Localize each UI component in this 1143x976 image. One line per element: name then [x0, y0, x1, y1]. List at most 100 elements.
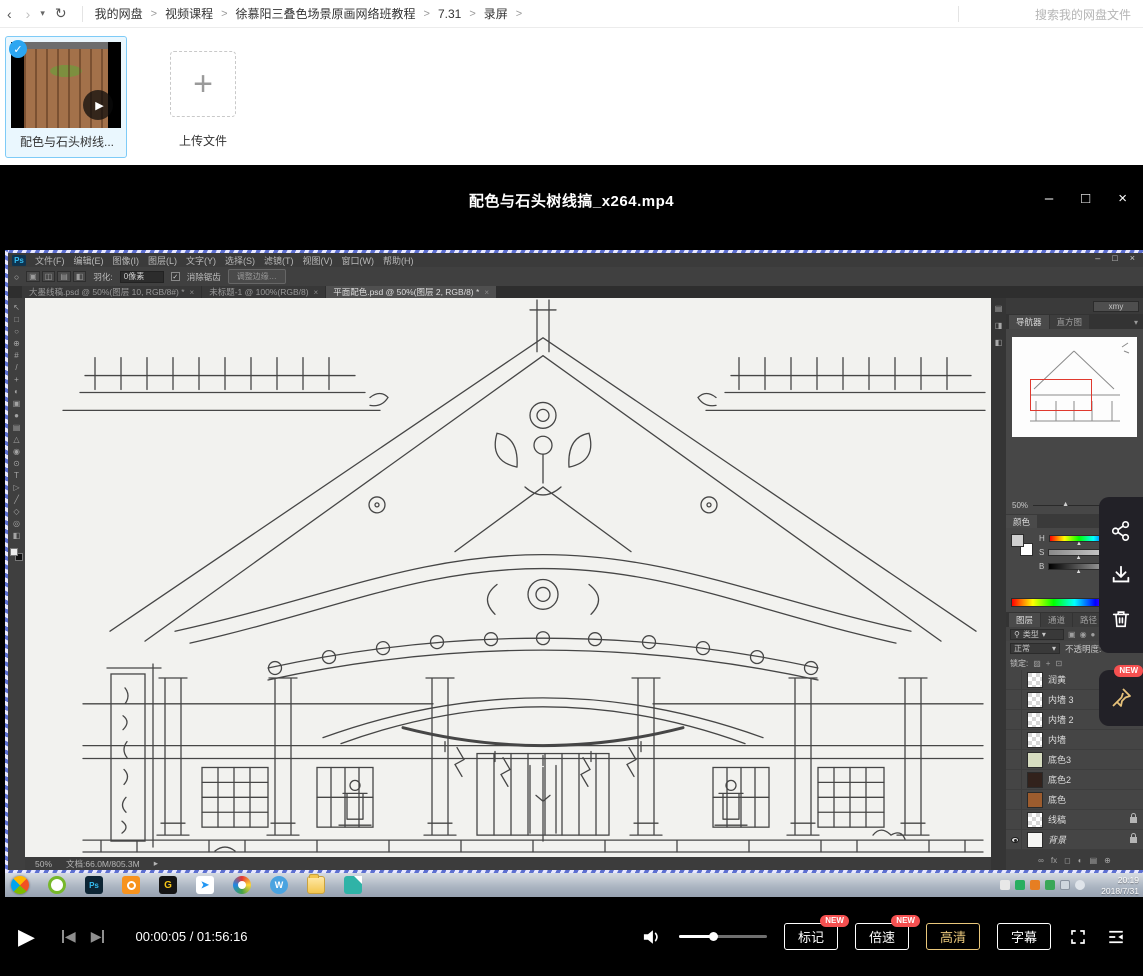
subtitle-button[interactable]: 字幕: [997, 923, 1051, 950]
tool-icon: ▤: [13, 422, 21, 434]
ps-toolbox: ↖ □ ○ ⊕ # / + ◐ ▣ ● ▤ △ ◉ ⊙ T ▷ ╱ ◇ ◎ ◧: [8, 298, 25, 870]
filter-kind-icon: ▣: [1068, 630, 1076, 639]
filter-kind-icon: ◉: [1080, 630, 1087, 639]
layer-thumbnail: [1027, 692, 1043, 708]
filter-search-icon: ⚲: [1014, 630, 1020, 639]
ps-minimize-icon: –: [1095, 253, 1100, 263]
ps-panel-dock: ▤ ◨ ◧: [991, 298, 1006, 870]
tool-icon: ▷: [13, 482, 19, 494]
maximize-icon[interactable]: □: [1081, 191, 1090, 206]
lock-option-icon: ▨: [1033, 659, 1041, 668]
ps-options-bar: ○ ▣ ◫ ▤ ◧ 羽化: 0像素 ✓ 消除锯齿 调整边缘…: [8, 267, 1143, 286]
breadcrumb-course-name[interactable]: 徐慕阳三叠色场景原画网络班教程: [232, 5, 420, 22]
tool-icon: ↖: [13, 302, 20, 314]
video-window-title: 配色与石头树线搞_x264.mp4: [0, 165, 1143, 235]
browser-app-icon: [233, 876, 251, 894]
tool-icon: □: [14, 314, 19, 326]
tool-icon: ○: [14, 326, 19, 338]
navigator-view-box: [1030, 379, 1092, 411]
layer-row: 底色3: [1006, 750, 1143, 770]
breadcrumb-date[interactable]: 7.31: [434, 7, 465, 21]
menu-help: 帮助(H): [383, 254, 414, 267]
breadcrumb-my-drive[interactable]: 我的网盘: [91, 5, 147, 22]
divider: [958, 6, 959, 22]
delete-icon[interactable]: [1110, 608, 1132, 630]
status-arrow-icon: ▸: [154, 858, 158, 869]
layer-thumbnail: [1027, 772, 1043, 788]
quality-button[interactable]: 高清: [926, 923, 980, 950]
previous-button[interactable]: ◀: [61, 928, 76, 945]
upload-label: 上传文件: [158, 132, 248, 149]
playlist-button[interactable]: [1105, 928, 1127, 946]
play-button[interactable]: ▶: [18, 924, 35, 950]
explorer-folder-icon: [307, 876, 325, 894]
play-overlay-icon[interactable]: ▶: [83, 90, 113, 120]
tab-histogram: 直方图: [1050, 315, 1090, 329]
video-file-tile[interactable]: ▶ ✓ 配色与石头树线...: [5, 36, 127, 158]
doc-tab-active: 平面配色.psd @ 50%(图层 2, RGB/8) *×: [326, 286, 496, 298]
tool-icon: T: [14, 470, 19, 482]
notes-app-icon: [344, 876, 362, 894]
saturation-label: S: [1039, 548, 1044, 557]
opacity-label: 不透明度:: [1065, 643, 1101, 655]
breadcrumb-video-course[interactable]: 视频课程: [161, 5, 217, 22]
feather-label: 羽化:: [93, 271, 112, 283]
dock-panel-icon: ▤: [995, 304, 1003, 313]
pin-collect-button[interactable]: NEW: [1099, 670, 1143, 726]
ps-logo: Ps: [12, 255, 26, 266]
selection-mode-icon: ◫: [42, 271, 56, 282]
next-button[interactable]: ▶: [91, 928, 106, 945]
tool-icon: ◐: [14, 386, 19, 398]
search-input[interactable]: 搜索我的网盘文件: [950, 0, 1131, 28]
lock-option-icon: +: [1046, 659, 1051, 668]
tool-icon: /: [15, 362, 17, 374]
layer-row: 内墙: [1006, 730, 1143, 750]
volume-slider[interactable]: [679, 935, 767, 938]
share-icon[interactable]: [1110, 520, 1132, 542]
upload-file-button[interactable]: +: [170, 51, 236, 117]
close-icon[interactable]: ×: [1118, 191, 1127, 206]
selected-check-icon[interactable]: ✓: [9, 40, 27, 58]
divider: [82, 6, 83, 22]
tool-icon: ⊕: [13, 338, 20, 350]
tool-icon: ◎: [13, 518, 20, 530]
speed-button[interactable]: 倍速NEW: [855, 923, 909, 950]
mark-button[interactable]: 标记NEW: [784, 923, 838, 950]
layer-thumbnail: [1027, 792, 1043, 808]
footer-icon: fx: [1051, 856, 1057, 865]
download-icon[interactable]: [1110, 564, 1132, 586]
forward-icon[interactable]: ›: [19, 6, 38, 22]
new-badge: NEW: [1114, 665, 1143, 677]
tray-icon: [1015, 880, 1025, 890]
system-tray: [1000, 873, 1085, 897]
slider-knob-icon: ▲: [1062, 501, 1069, 508]
g-app-icon: G: [159, 876, 177, 894]
breadcrumb-recording[interactable]: 录屏: [480, 5, 512, 22]
volume-icon[interactable]: [642, 928, 662, 946]
back-icon[interactable]: ‹: [0, 6, 19, 22]
footer-icon: ∞: [1038, 856, 1044, 865]
breadcrumb-separator: >: [512, 8, 526, 20]
selection-mode-icon: ▣: [26, 271, 40, 282]
history-dropdown-icon[interactable]: ▾: [37, 8, 48, 19]
breadcrumb-separator: >: [217, 8, 231, 20]
doc-tab: 未标题-1 @ 100%(RGB/8)×: [202, 286, 325, 298]
player-control-bar: ▶ ◀ ▶ 00:00:05 / 01:56:16 标记NEW 倍速NEW 高清…: [0, 897, 1143, 976]
layer-thumbnail: [1027, 712, 1043, 728]
menu-layer: 图层(L): [148, 254, 177, 267]
volume-knob[interactable]: [709, 932, 718, 941]
zoom-level: 50%: [35, 859, 52, 869]
refresh-icon[interactable]: ↻: [48, 5, 74, 22]
layers-panel-footer: ∞ fx ◻ ◐ ▤ ⊕: [1006, 850, 1143, 870]
tool-icon: ◧: [13, 530, 21, 542]
ps-document-tabs: 大墨线稿.psd @ 50%(图层 10, RGB/8#) *× 未标题-1 @…: [8, 286, 1143, 298]
selection-ants-left: [5, 250, 8, 873]
video-frame-photoshop[interactable]: Ps 文件(F) 编辑(E) 图像(I) 图层(L) 文字(Y) 选择(S) 滤…: [5, 250, 1143, 873]
video-thumbnail[interactable]: ▶: [11, 42, 121, 128]
minimize-icon[interactable]: –: [1045, 191, 1053, 206]
layer-thumbnail: [1027, 832, 1043, 848]
lasso-tool-icon: ○: [14, 272, 19, 282]
fullscreen-button[interactable]: [1068, 928, 1088, 946]
bird-app-icon: ➤: [196, 876, 214, 894]
layer-lock-icon: [1130, 837, 1137, 843]
